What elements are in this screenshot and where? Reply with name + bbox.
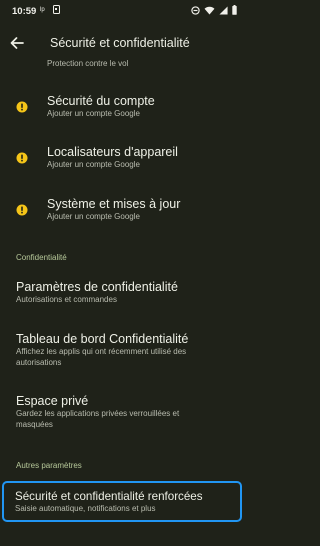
list-item-title: Espace privé — [16, 394, 89, 408]
list-item-title: Sécurité et confidentialité renforcées — [15, 490, 203, 503]
list-item-subtitle: Saisie automatique, notifications et plu… — [15, 504, 156, 513]
do-not-disturb-icon — [191, 5, 200, 15]
list-item-title: Système et mises à jour — [47, 197, 181, 211]
list-item-subtitle-line2: masquées — [16, 419, 53, 429]
status-bar: 10:59 lp — [0, 0, 245, 22]
list-item-subtitle-line1: Affichez les applis qui ont récemment ut… — [16, 347, 187, 356]
warning-icon — [16, 101, 28, 113]
signal-icon — [219, 5, 228, 15]
list-item-subtitle: Ajouter un compte Google — [47, 109, 140, 118]
arrow-back-icon — [10, 37, 24, 49]
page-title: Sécurité et confidentialité — [50, 36, 190, 50]
list-item-privacy-settings[interactable]: Paramètres de confidentialité Autorisati… — [0, 280, 245, 306]
section-header-privacy: Confidentialité — [16, 253, 67, 262]
list-item-subtitle-line1: Gardez les applications privées verrouil… — [16, 409, 180, 418]
list-item-title: Localisateurs d'appareil — [47, 145, 178, 159]
warning-icon — [16, 152, 28, 164]
wifi-icon — [204, 6, 215, 15]
list-item-privacy-dashboard[interactable]: Tableau de bord Confidentialité Affichez… — [0, 332, 245, 368]
back-button[interactable] — [6, 32, 28, 54]
screen: 10:59 lp Sécurité et confidentialité Pro… — [0, 0, 245, 546]
warning-icon — [16, 204, 28, 216]
list-item-subtitle: Ajouter un compte Google — [47, 160, 140, 169]
list-item-title: Sécurité du compte — [47, 94, 155, 108]
list-item-subtitle: Ajouter un compte Google — [47, 212, 140, 221]
list-item-subtitle: Autorisations et commandes — [16, 295, 117, 304]
status-time: 10:59 — [12, 6, 37, 17]
list-item-enhanced-security[interactable]: Sécurité et confidentialité renforcées S… — [0, 489, 245, 515]
list-item-private-space[interactable]: Espace privé Gardez les applications pri… — [0, 394, 245, 430]
list-item-system-updates[interactable]: Système et mises à jour Ajouter un compt… — [0, 197, 245, 223]
section-header-other-settings: Autres paramètres — [16, 461, 82, 470]
list-item-subtitle: Protection contre le vol — [47, 59, 129, 68]
list-item-title: Paramètres de confidentialité — [16, 280, 178, 294]
status-indicator: lp — [40, 7, 45, 13]
list-item-title: Tableau de bord Confidentialité — [16, 332, 189, 346]
list-item-account-security[interactable]: Sécurité du compte Ajouter un compte Goo… — [0, 94, 245, 120]
notification-icon — [53, 5, 60, 14]
status-icons — [191, 5, 237, 15]
list-item-theft-protection[interactable]: Protection contre le vol — [0, 59, 245, 70]
list-item-device-finders[interactable]: Localisateurs d'appareil Ajouter un comp… — [0, 145, 245, 171]
list-item-subtitle-line2: autorisations — [16, 357, 62, 367]
app-bar: Sécurité et confidentialité — [0, 22, 245, 64]
battery-icon — [232, 5, 237, 15]
